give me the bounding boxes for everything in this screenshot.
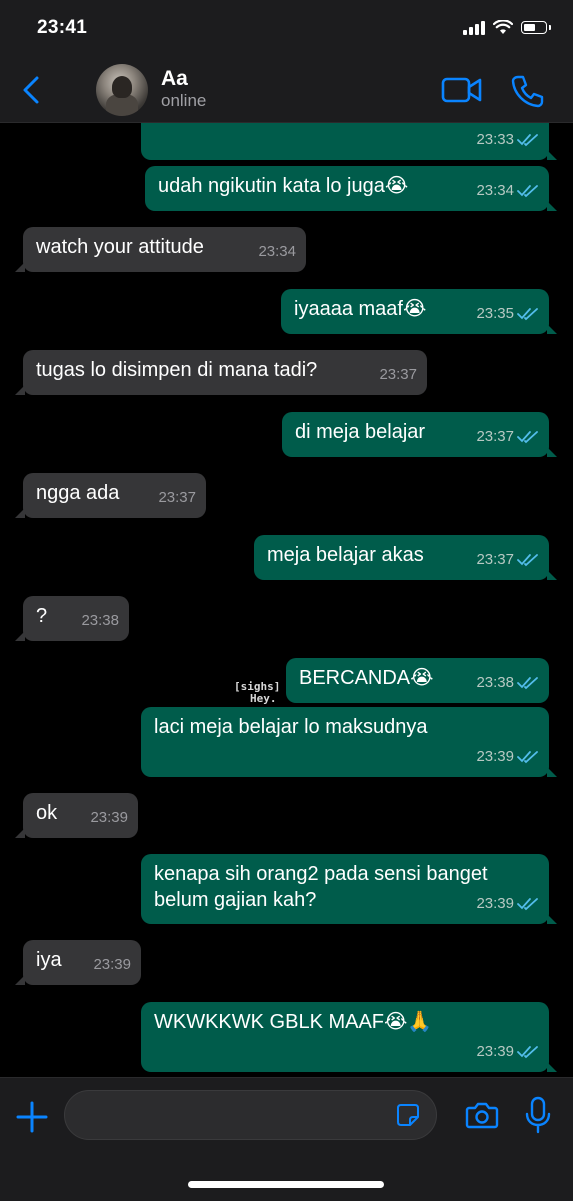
message-text: laci meja belajar lo maksudnya [154, 716, 428, 738]
message-time: 23:37 [476, 428, 514, 445]
status-time: 23:41 [37, 17, 88, 38]
status-bar: 23:41 [0, 0, 573, 58]
message-time: 23:39 [476, 1043, 514, 1060]
contact-avatar[interactable] [96, 64, 148, 116]
plus-icon[interactable] [15, 1100, 49, 1134]
message-time: 23:37 [158, 489, 196, 506]
contact-status: online [161, 91, 207, 110]
message-text: BERCANDA😭 [299, 667, 434, 689]
message-text: kenapa sih orang2 pada sensi banget [154, 863, 488, 885]
read-ticks-icon [517, 1046, 538, 1059]
message-outgoing[interactable]: laci meja belajar lo maksudnya 23:39 [141, 707, 557, 777]
composer-bar [0, 1077, 573, 1201]
phone-icon[interactable] [510, 74, 544, 108]
read-ticks-icon [517, 554, 538, 567]
message-outgoing[interactable]: di meja belajar 23:37 [282, 412, 557, 457]
message-input[interactable] [64, 1090, 437, 1140]
read-ticks-icon [517, 308, 538, 321]
message-incoming[interactable]: watch your attitude 23:34 [15, 227, 306, 272]
message-incoming[interactable]: ok 23:39 [15, 793, 138, 838]
cellular-signal-icon [463, 20, 485, 35]
message-incoming[interactable]: tugas lo disimpen di mana tadi? 23:37 [15, 350, 427, 395]
message-time: 23:38 [476, 674, 514, 691]
message-time: 23:34 [476, 182, 514, 199]
message-text-line2: belum gajian kah? [154, 889, 317, 911]
message-outgoing[interactable]: meja belajar akas 23:37 [254, 535, 557, 580]
status-icons [463, 20, 551, 35]
message-incoming[interactable]: ngga ada 23:37 [15, 473, 206, 518]
message-text: WKWKKWK GBLK MAAF😭🙏 [154, 1011, 433, 1033]
chat-header: Aa online [0, 58, 573, 123]
read-ticks-icon [517, 751, 538, 764]
video-camera-icon[interactable] [441, 76, 483, 104]
message-outgoing[interactable]: iyaaaa maaf😭 23:35 [281, 289, 557, 334]
message-text: tugas lo disimpen di mana tadi? [36, 359, 318, 381]
message-text: ok [36, 802, 58, 824]
message-time: 23:37 [476, 551, 514, 568]
message-text: di meja belajar [295, 421, 426, 443]
read-ticks-icon [517, 185, 538, 198]
message-time: 23:34 [258, 243, 296, 260]
message-time: 23:38 [81, 612, 119, 629]
read-ticks-icon [517, 898, 538, 911]
read-ticks-icon [517, 677, 538, 690]
message-outgoing[interactable]: WKWKKWK GBLK MAAF😭🙏 23:39 [141, 1002, 557, 1072]
message-time: 23:37 [379, 366, 417, 383]
message-incoming[interactable]: ? 23:38 [15, 596, 129, 641]
message-text: ngga ada [36, 482, 120, 504]
message-outgoing[interactable]: kenapa sih orang2 pada sensi banget belu… [141, 854, 557, 924]
wifi-icon [493, 20, 513, 34]
read-ticks-icon [517, 134, 538, 147]
message-text: watch your attitude [36, 236, 204, 258]
message-time: 23:35 [476, 305, 514, 322]
message-outgoing[interactable]: 23:33 [141, 123, 557, 160]
read-ticks-icon [517, 431, 538, 444]
message-time: 23:39 [476, 748, 514, 765]
message-text: ? [36, 605, 48, 627]
message-time: 23:39 [476, 895, 514, 912]
home-indicator[interactable] [188, 1181, 384, 1188]
microphone-icon[interactable] [524, 1096, 552, 1134]
chevron-left-icon[interactable] [18, 74, 46, 106]
battery-icon [521, 21, 551, 34]
message-time: 23:39 [93, 956, 131, 973]
message-text: meja belajar akas [267, 544, 424, 566]
message-text-field[interactable] [81, 1101, 385, 1131]
camera-icon[interactable] [465, 1100, 499, 1130]
contact-name[interactable]: Aa [161, 67, 188, 91]
sticker-icon[interactable] [396, 1103, 420, 1127]
message-time: 23:33 [476, 131, 514, 148]
sticker-text: [sighs] Hey. [234, 680, 281, 705]
message-text: udah ngikutin kata lo juga😭 [158, 175, 409, 197]
message-outgoing[interactable]: BERCANDA😭 23:38 [286, 658, 549, 703]
message-text: iyaaaa maaf😭 [294, 298, 427, 320]
message-outgoing[interactable]: udah ngikutin kata lo juga😭 23:34 [145, 166, 557, 211]
message-incoming[interactable]: iya 23:39 [15, 940, 141, 985]
message-list[interactable]: 23:33 udah ngikutin kata lo juga😭 23:34 … [0, 123, 573, 1077]
message-text: iya [36, 949, 62, 971]
message-time: 23:39 [90, 809, 128, 826]
